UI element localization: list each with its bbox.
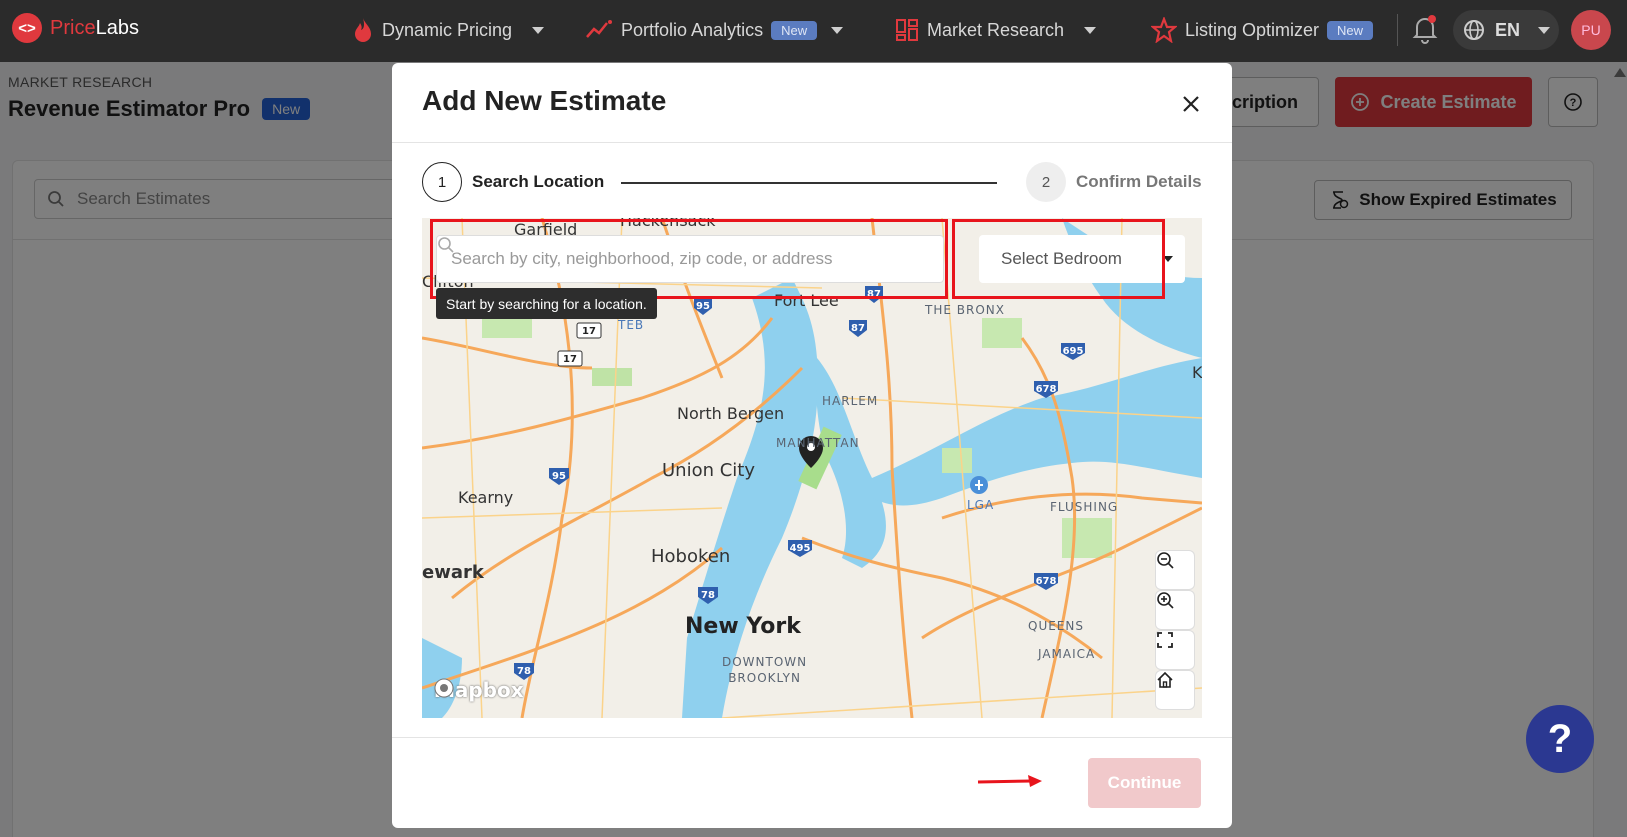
route-17-shield: 17 bbox=[563, 354, 577, 365]
mapbox-icon bbox=[434, 678, 454, 698]
map-label-north-bergen: North Bergen bbox=[677, 404, 785, 423]
nav-market-research[interactable]: Market Research bbox=[895, 14, 1097, 46]
pricelabs-logo[interactable]: <> PriceLabs bbox=[12, 13, 139, 43]
search-highlight-box bbox=[430, 219, 948, 299]
interstate-678-shield: 678 bbox=[1036, 576, 1057, 587]
map-label-harlem: HARLEM bbox=[822, 394, 879, 408]
home-button[interactable] bbox=[1156, 671, 1194, 709]
interstate-678-shield: 678 bbox=[1036, 384, 1057, 395]
location-map[interactable]: 95 17 17 87 87 695 678 95 495 78 678 78 … bbox=[422, 218, 1202, 718]
step-1-label: Search Location bbox=[472, 172, 605, 191]
language-selector[interactable]: EN bbox=[1453, 10, 1559, 50]
notification-bell-icon[interactable] bbox=[1411, 14, 1439, 49]
map-label-manhattan: MANHATTAN bbox=[776, 436, 860, 450]
interstate-95-shield: 95 bbox=[552, 471, 566, 482]
step-2-indicator: 2 bbox=[1026, 162, 1066, 202]
nav-portfolio-analytics[interactable]: Portfolio Analytics New bbox=[585, 14, 844, 46]
chevron-down-icon bbox=[831, 26, 844, 34]
nav-listing-optimizer[interactable]: Listing Optimizer New bbox=[1151, 14, 1374, 46]
airport-icon bbox=[970, 476, 988, 494]
star-icon bbox=[1151, 17, 1177, 43]
route-17-shield: 17 bbox=[582, 326, 596, 337]
add-estimate-modal: Add New Estimate 1 Search Location 2 Con… bbox=[392, 63, 1232, 828]
brand-name-part2: Labs bbox=[95, 16, 139, 39]
help-chat-button[interactable]: ? bbox=[1526, 705, 1594, 773]
user-avatar[interactable]: PU bbox=[1571, 10, 1611, 50]
chevron-down-icon bbox=[532, 26, 545, 34]
map-label-hoboken: Hoboken bbox=[651, 546, 731, 567]
chart-line-icon bbox=[586, 20, 612, 38]
map-label-newark: ewark bbox=[422, 562, 484, 583]
map-label-kearny: Kearny bbox=[458, 488, 514, 507]
interstate-695-shield: 695 bbox=[1063, 346, 1084, 357]
step-1-indicator: 1 bbox=[422, 162, 462, 202]
map-label-flushing: FLUSHING bbox=[1050, 500, 1119, 514]
interstate-78-shield: 78 bbox=[517, 666, 531, 677]
map-label-lga: LGA bbox=[967, 498, 995, 512]
map-label-teb: TEB bbox=[618, 318, 645, 332]
map-label-k: K bbox=[1192, 363, 1202, 382]
fullscreen-button[interactable] bbox=[1156, 631, 1194, 669]
step-connector bbox=[621, 182, 997, 184]
zoom-out-icon bbox=[1157, 552, 1174, 569]
map-label-new-york: New York bbox=[685, 614, 801, 639]
chevron-down-icon bbox=[1538, 26, 1551, 34]
map-label-union-city: Union City bbox=[662, 460, 756, 481]
language-label: EN bbox=[1495, 19, 1521, 40]
map-label-jamaica: JAMAICA bbox=[1038, 647, 1096, 661]
interstate-78-shield: 78 bbox=[701, 590, 715, 601]
new-badge: New bbox=[1327, 20, 1374, 40]
close-icon[interactable] bbox=[1176, 89, 1206, 119]
search-tooltip: Start by searching for a location. bbox=[436, 288, 657, 319]
nav-label: Dynamic Pricing bbox=[382, 19, 513, 40]
step-2-label: Confirm Details bbox=[1076, 172, 1202, 191]
logo-icon: <> bbox=[12, 13, 42, 43]
modal-footer-divider bbox=[392, 737, 1232, 738]
top-nav: <> PriceLabs Dynamic Pricing Portfolio A… bbox=[0, 0, 1627, 62]
map-label-downtown-brooklyn: DOWNTOWN BROOKLYN bbox=[722, 655, 808, 685]
map-label-queens: QUEENS bbox=[1028, 619, 1084, 633]
chevron-down-icon bbox=[1084, 26, 1097, 34]
question-mark-icon: ? bbox=[1547, 716, 1573, 761]
nav-label: Listing Optimizer bbox=[1185, 19, 1320, 40]
grid-icon bbox=[896, 19, 918, 41]
globe-icon bbox=[1464, 20, 1484, 40]
interstate-95-shield: 95 bbox=[696, 301, 710, 312]
flame-icon bbox=[355, 18, 371, 42]
nav-label: Market Research bbox=[927, 19, 1065, 40]
map-label-the-bronx: THE BRONX bbox=[925, 303, 1005, 317]
new-badge: New bbox=[771, 20, 818, 40]
home-icon bbox=[1157, 671, 1173, 688]
nav-dynamic-pricing[interactable]: Dynamic Pricing bbox=[352, 14, 545, 46]
mapbox-logo[interactable]: mapbox bbox=[434, 678, 524, 702]
red-arrow-annotation bbox=[977, 775, 1042, 787]
nav-divider bbox=[1397, 14, 1398, 46]
brand-name-part1: Price bbox=[50, 16, 96, 39]
modal-title: Add New Estimate bbox=[422, 85, 667, 116]
modal-header-divider bbox=[392, 142, 1232, 143]
interstate-495-shield: 495 bbox=[790, 543, 811, 554]
zoom-in-button[interactable] bbox=[1156, 591, 1194, 629]
interstate-87-shield: 87 bbox=[851, 323, 865, 334]
zoom-in-icon bbox=[1157, 592, 1174, 609]
fullscreen-icon bbox=[1157, 632, 1173, 648]
nav-label: Portfolio Analytics bbox=[621, 19, 764, 40]
bedroom-highlight-box bbox=[952, 219, 1165, 299]
continue-button[interactable]: Continue bbox=[1088, 758, 1201, 808]
zoom-out-button[interactable] bbox=[1156, 551, 1194, 589]
